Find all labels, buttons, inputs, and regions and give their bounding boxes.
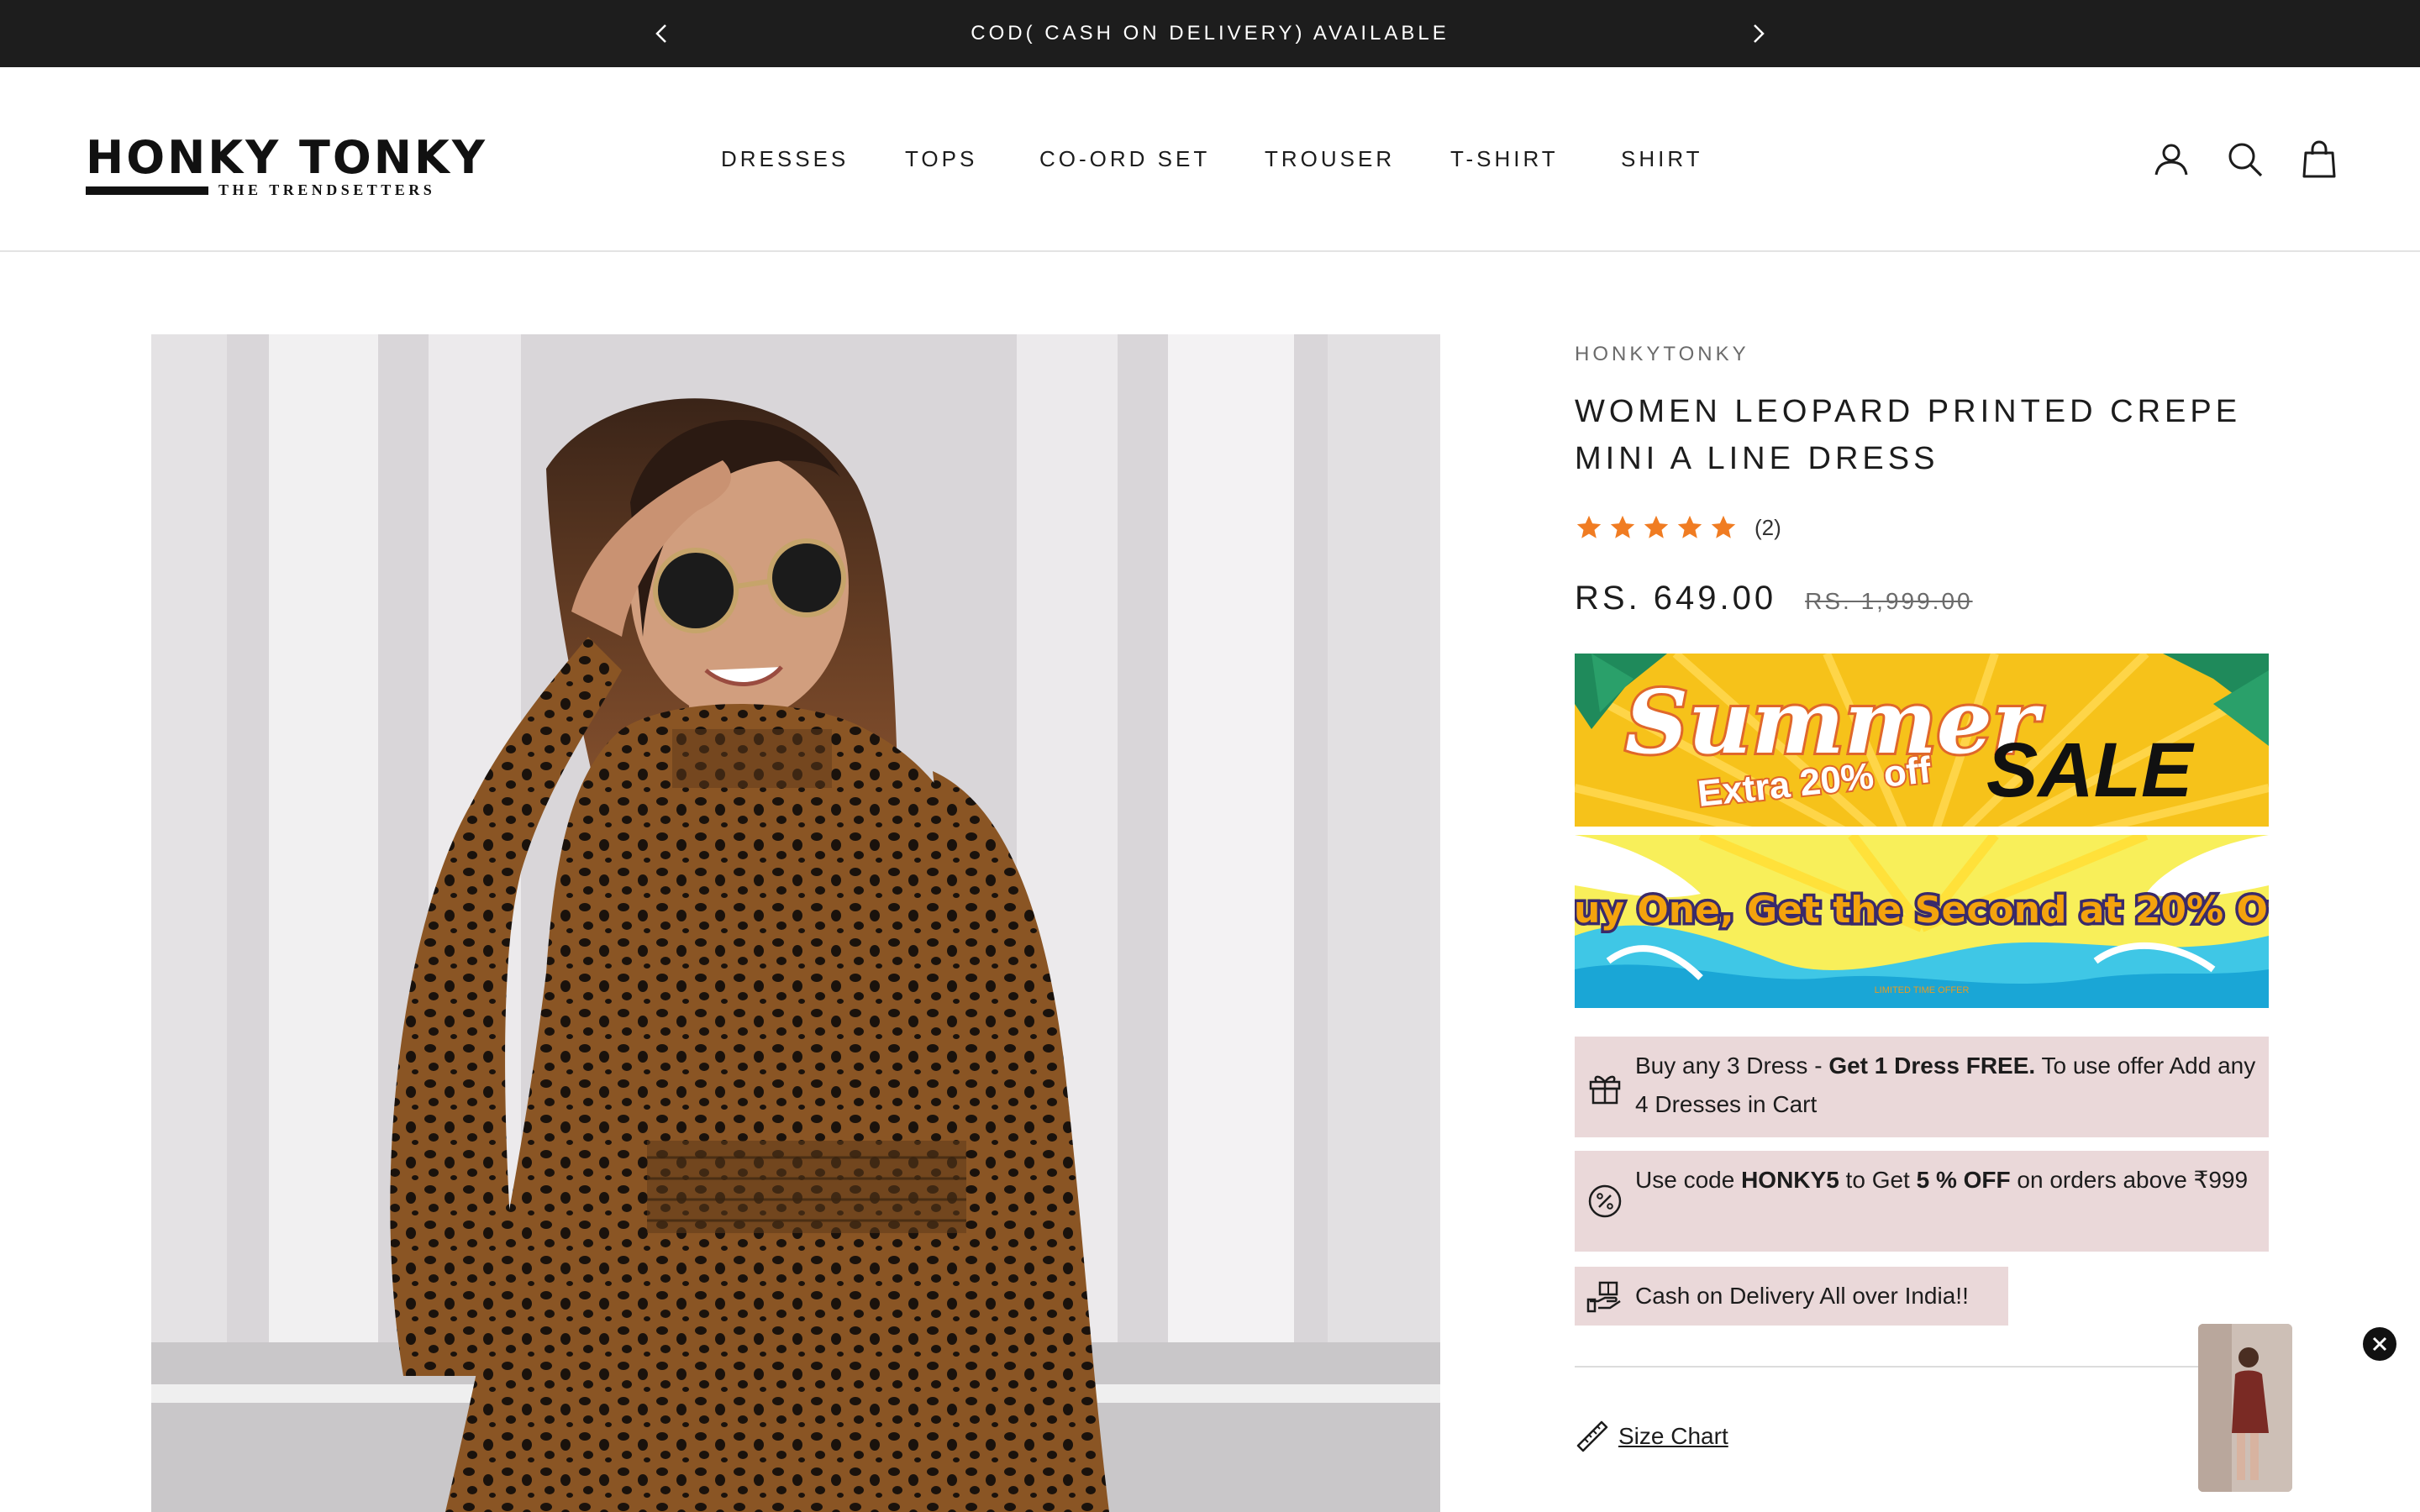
star-icon — [1677, 515, 1702, 538]
logo-tagline: THE TRENDSETTERS — [218, 181, 436, 198]
banner-summer-word: SALE — [1986, 727, 2195, 813]
store-logo[interactable]: HONKY TONKY THE TRENDSETTERS — [86, 131, 485, 202]
product-vendor[interactable]: HONKYTONKY — [1575, 343, 1749, 366]
floating-video-thumbnail[interactable] — [2198, 1324, 2292, 1492]
nav-shirt[interactable]: SHIRT — [1621, 146, 1703, 172]
star-icon — [1644, 515, 1669, 538]
product-price: RS. 649.00 RS. 1,999.00 — [1575, 580, 1973, 617]
banner-bogo-headline: Buy One, Get the Second at 20% Off — [1575, 889, 2269, 932]
banner-bogo-small: LIMITED TIME OFFER — [1875, 985, 1970, 995]
rating-stars — [1575, 513, 1738, 542]
banner-summer-script: Summer — [1625, 670, 2044, 774]
star-icon — [1711, 515, 1736, 538]
offer-buy3-text: Buy any 3 Dress - Get 1 Dress FREE. To u… — [1635, 1053, 2256, 1117]
product-title: WOMEN LEOPARD PRINTED CREPE MINI A LINE … — [1575, 394, 2242, 476]
star-icon — [1610, 515, 1635, 538]
logo-underline — [86, 186, 208, 195]
chevron-right-icon[interactable] — [1741, 17, 1775, 50]
offer-coupon-text: Use code HONKY5 to Get 5 % OFF on orders… — [1635, 1167, 2249, 1193]
offer-cod-text: Cash on Delivery All over India!! — [1635, 1283, 1969, 1309]
gift-icon — [1586, 1068, 1623, 1105]
size-chart-link[interactable]: Size Chart — [1575, 1418, 1728, 1455]
sale-price: RS. 649.00 — [1575, 580, 1777, 617]
offer-coupon-code: Use code HONKY5 to Get 5 % OFF on orders… — [1575, 1151, 2269, 1252]
site-header: HONKY TONKY THE TRENDSETTERS DRESSES TOP… — [0, 67, 2420, 252]
offer-cod: Cash on Delivery All over India!! — [1575, 1267, 2008, 1326]
offer-buy3-get1: Buy any 3 Dress - Get 1 Dress FREE. To u… — [1575, 1037, 2269, 1137]
account-icon[interactable] — [2151, 139, 2191, 180]
size-chart-label: Size Chart — [1618, 1423, 1728, 1449]
ruler-icon — [1576, 1420, 1608, 1452]
product-rating[interactable]: (2) — [1575, 512, 1781, 543]
product-image[interactable] — [151, 334, 1440, 1512]
nav-t-shirt[interactable]: T-SHIRT — [1450, 146, 1559, 172]
logo-name: HONKY TONKY — [86, 131, 487, 184]
announcement-bar: COD( CASH ON DELIVERY) AVAILABLE — [0, 0, 2420, 67]
nav-tops[interactable]: TOPS — [905, 146, 977, 172]
announcement-message: COD( CASH ON DELIVERY) AVAILABLE — [971, 22, 1449, 45]
cart-icon[interactable] — [2299, 139, 2339, 180]
close-icon[interactable] — [2363, 1327, 2396, 1361]
bogo-banner[interactable]: Buy One, Get the Second at 20% Off LIMIT… — [1575, 835, 2269, 1008]
compare-price: RS. 1,999.00 — [1805, 588, 1973, 614]
summer-sale-banner[interactable]: Summer Extra 20% off SALE — [1575, 654, 2269, 827]
percent-badge-icon — [1586, 1183, 1623, 1220]
star-icon — [1576, 515, 1602, 538]
review-count: (2) — [1754, 514, 1781, 540]
nav-co-ord-set[interactable]: CO-ORD SET — [1039, 146, 1210, 172]
divider — [1575, 1366, 2269, 1368]
nav-trouser[interactable]: TROUSER — [1265, 146, 1395, 172]
nav-dresses[interactable]: DRESSES — [721, 146, 849, 172]
search-icon[interactable] — [2225, 139, 2265, 180]
delivery-icon — [1586, 1278, 1623, 1315]
